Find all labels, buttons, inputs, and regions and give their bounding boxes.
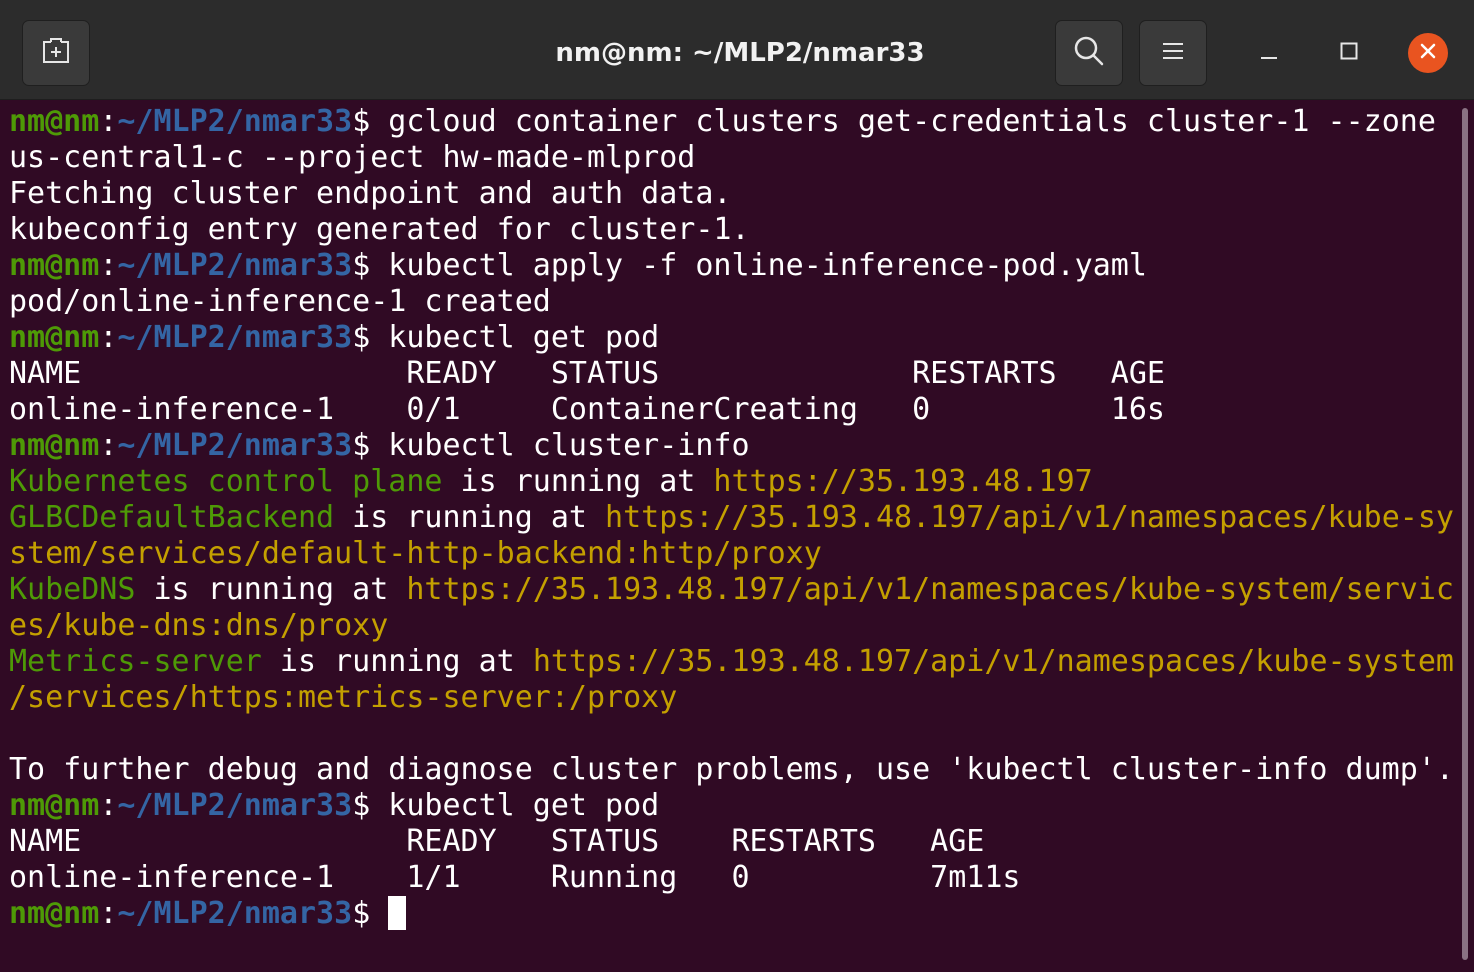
service-url-continuation: stem/services/default-http-backend:http/… [9, 536, 822, 571]
output-line: Fetching cluster endpoint and auth data. [9, 176, 1459, 212]
output-line: us-central1-c --project hw-made-mlprod [9, 140, 1459, 176]
window-title: nm@nm: ~/MLP2/nmar33 [555, 38, 925, 68]
prompt-symbol: $ [352, 896, 371, 931]
maximize-icon [1339, 41, 1359, 66]
command-text: kubectl get pod [370, 320, 660, 355]
prompt-user-host: nm@nm [9, 788, 100, 823]
output-text: pod/online-inference-1 created [9, 284, 551, 319]
prompt-user-host: nm@nm [9, 248, 100, 283]
output-line: pod/online-inference-1 created [9, 284, 1459, 320]
url-continuation-line: es/kube-dns:dns/proxy [9, 608, 1459, 644]
prompt-symbol: $ [352, 320, 371, 355]
service-url-continuation: es/kube-dns:dns/proxy [9, 608, 389, 643]
prompt-symbol: $ [352, 104, 371, 139]
prompt-path: ~/MLP2/nmar33 [117, 428, 353, 463]
cluster-info-line: Metrics-server is running at https://35.… [9, 644, 1459, 680]
prompt-line: nm@nm:~/MLP2/nmar33$ kubectl cluster-inf… [9, 428, 1459, 464]
command-text: kubectl get pod [370, 788, 660, 823]
prompt-colon: : [99, 104, 118, 139]
service-status-text: is running at [334, 500, 606, 535]
prompt-colon: : [99, 896, 118, 931]
prompt-line: nm@nm:~/MLP2/nmar33$ kubectl get pod [9, 788, 1459, 824]
output-text: Fetching cluster endpoint and auth data. [9, 176, 732, 211]
minimize-button[interactable] [1247, 31, 1291, 75]
prompt-user-host: nm@nm [9, 320, 100, 355]
output-text: NAME READY STATUS RESTARTS AGE [9, 356, 1165, 391]
output-line: online-inference-1 1/1 Running 0 7m11s [9, 860, 1459, 896]
url-continuation-line: /services/https:metrics-server:/proxy [9, 680, 1459, 716]
service-url: https://35.193.48.197/api/v1/namespaces/… [406, 572, 1454, 607]
service-url: https://35.193.48.197/api/v1/namespaces/… [605, 500, 1454, 535]
maximize-button[interactable] [1327, 31, 1371, 75]
service-name: Metrics-server [9, 644, 262, 679]
prompt-colon: : [99, 320, 118, 355]
terminal-window: nm@nm: ~/MLP2/nmar33 nm@nm:~/MLP2/nmar33… [0, 0, 1474, 972]
cluster-info-line: GLBCDefaultBackend is running at https:/… [9, 500, 1459, 536]
prompt-user-host: nm@nm [9, 104, 100, 139]
title-bar[interactable]: nm@nm: ~/MLP2/nmar33 [0, 0, 1474, 100]
search-icon [1073, 35, 1105, 72]
command-text: kubectl apply -f online-inference-pod.ya… [370, 248, 1147, 283]
service-status-text: is running at [261, 644, 533, 679]
close-button[interactable] [1408, 33, 1448, 73]
close-icon [1419, 42, 1437, 65]
service-name: GLBCDefaultBackend [9, 500, 335, 535]
prompt-user-host: nm@nm [9, 428, 100, 463]
prompt-line: nm@nm:~/MLP2/nmar33$ [9, 896, 1459, 932]
prompt-colon: : [99, 248, 118, 283]
service-status-text: is running at [135, 572, 407, 607]
new-tab-icon [39, 36, 73, 71]
output-line: kubeconfig entry generated for cluster-1… [9, 212, 1459, 248]
prompt-symbol: $ [352, 788, 371, 823]
hamburger-menu-icon [1161, 41, 1185, 66]
prompt-colon: : [99, 428, 118, 463]
new-tab-button[interactable] [22, 20, 90, 86]
output-line: online-inference-1 0/1 ContainerCreating… [9, 392, 1459, 428]
cluster-info-line: KubeDNS is running at https://35.193.48.… [9, 572, 1459, 608]
prompt-colon: : [99, 788, 118, 823]
prompt-line: nm@nm:~/MLP2/nmar33$ kubectl get pod [9, 320, 1459, 356]
command-text: gcloud container clusters get-credential… [370, 104, 1436, 139]
service-url-continuation: /services/https:metrics-server:/proxy [9, 680, 678, 715]
output-line: NAME READY STATUS RESTARTS AGE [9, 824, 1459, 860]
output-line: NAME READY STATUS RESTARTS AGE [9, 356, 1459, 392]
output-line: To further debug and diagnose cluster pr… [9, 752, 1459, 788]
prompt-path: ~/MLP2/nmar33 [117, 320, 353, 355]
output-text: NAME READY STATUS RESTARTS AGE [9, 824, 985, 859]
output-text: To further debug and diagnose cluster pr… [9, 752, 1454, 787]
service-url: https://35.193.48.197 [713, 464, 1093, 499]
minimize-icon [1259, 41, 1279, 66]
prompt-path: ~/MLP2/nmar33 [117, 788, 353, 823]
prompt-symbol: $ [352, 248, 371, 283]
service-url: https://35.193.48.197/api/v1/namespaces/… [532, 644, 1454, 679]
prompt-user-host: nm@nm [9, 896, 100, 931]
prompt-symbol: $ [352, 428, 371, 463]
output-text: kubeconfig entry generated for cluster-1… [9, 212, 750, 247]
prompt-path: ~/MLP2/nmar33 [117, 104, 353, 139]
prompt-path: ~/MLP2/nmar33 [117, 896, 353, 931]
url-continuation-line: stem/services/default-http-backend:http/… [9, 536, 1459, 572]
search-button[interactable] [1055, 20, 1123, 86]
output-text: online-inference-1 1/1 Running 0 7m11s [9, 860, 1021, 895]
command-text [370, 896, 388, 931]
output-text: online-inference-1 0/1 ContainerCreating… [9, 392, 1165, 427]
service-name: Kubernetes control plane [9, 464, 443, 499]
menu-button[interactable] [1139, 20, 1207, 86]
prompt-line: nm@nm:~/MLP2/nmar33$ kubectl apply -f on… [9, 248, 1459, 284]
output-text: us-central1-c --project hw-made-mlprod [9, 140, 696, 175]
prompt-line: nm@nm:~/MLP2/nmar33$ gcloud container cl… [9, 104, 1459, 140]
terminal-output[interactable]: nm@nm:~/MLP2/nmar33$ gcloud container cl… [9, 104, 1459, 964]
cluster-info-line: Kubernetes control plane is running at h… [9, 464, 1459, 500]
command-text: kubectl cluster-info [370, 428, 750, 463]
service-status-text: is running at [442, 464, 714, 499]
scrollbar[interactable] [1462, 108, 1468, 960]
text-cursor [388, 896, 407, 930]
prompt-path: ~/MLP2/nmar33 [117, 248, 353, 283]
service-name: KubeDNS [9, 572, 136, 607]
